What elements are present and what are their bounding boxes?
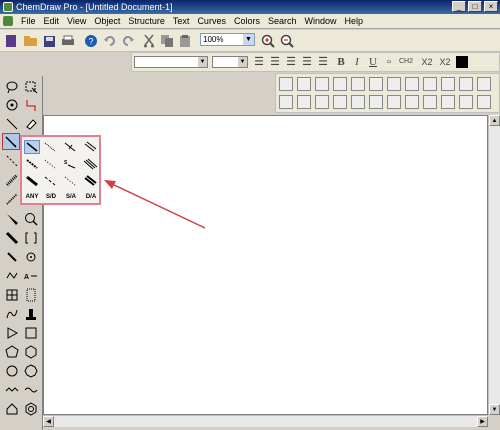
annotation-arrow: [104, 180, 206, 229]
chemdraw-window: ChemDraw Pro - [Untitled Document-1] _ □…: [0, 0, 500, 430]
